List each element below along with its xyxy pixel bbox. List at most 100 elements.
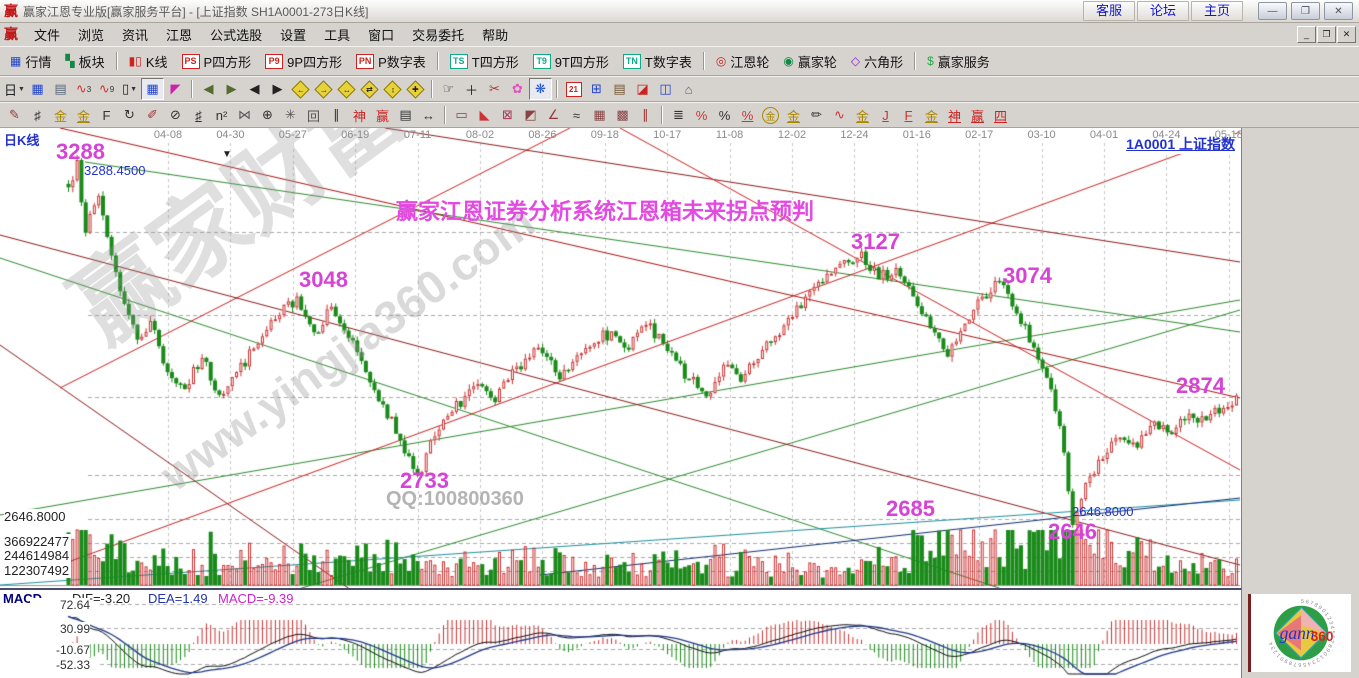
tool-calculator[interactable]: ⊞ — [585, 78, 608, 100]
tool-calendar[interactable]: 21 — [562, 78, 585, 100]
tool-cycle-gauge[interactable]: ⊘ — [164, 104, 187, 126]
toolbar-button-t-number-table[interactable]: TNT数字表 — [616, 49, 699, 74]
tool-spiral[interactable]: ↻ — [118, 104, 141, 126]
child-window-restore-button[interactable]: ❐ — [1317, 26, 1336, 43]
menu-item-window[interactable]: 窗口 — [359, 23, 403, 46]
toolbar-button-t-square[interactable]: TST四方形 — [443, 49, 526, 74]
toolbar-button-hexagon[interactable]: ◇六角形 — [844, 49, 910, 74]
tool-gold-circle[interactable]: 金 — [759, 104, 782, 126]
tool-zoom-horizontal[interactable]: ↔ — [335, 78, 358, 100]
window-restore-button[interactable]: ❐ — [1291, 2, 1320, 20]
tool-price-scale[interactable]: ≣ — [667, 104, 690, 126]
tool-percent-lines[interactable]: % — [736, 104, 759, 126]
tool-box-fan[interactable]: ◩ — [519, 104, 542, 126]
tool-period-daily[interactable]: 日▼ — [3, 78, 26, 100]
tool-j-angle[interactable]: J — [874, 104, 897, 126]
tool-note-panel[interactable]: ▤ — [49, 78, 72, 100]
tool-mirror-tool[interactable]: ⋈ — [233, 104, 256, 126]
tool-parallel-lines[interactable]: ∥ — [634, 104, 657, 126]
child-window-close-button[interactable]: ✕ — [1337, 26, 1356, 43]
title-link-home[interactable]: 主页 — [1191, 1, 1243, 21]
tool-gold-section[interactable]: 金 — [49, 104, 72, 126]
tool-box-diagonal[interactable]: ⊠ — [496, 104, 519, 126]
toolbar-button-winner-service[interactable]: $赢家服务 — [920, 49, 997, 74]
menu-item-settings[interactable]: 设置 — [271, 23, 315, 46]
tool-mini-chart-3[interactable]: ∿3 — [72, 78, 95, 100]
tool-fibo-f[interactable]: F — [95, 104, 118, 126]
tool-color-volume[interactable]: ◤ — [164, 78, 187, 100]
tool-data-export[interactable]: ⌂ — [677, 78, 700, 100]
menu-item-file[interactable]: 文件 — [25, 23, 69, 46]
tool-ying-angle[interactable]: 赢 — [966, 104, 989, 126]
menu-item-help[interactable]: 帮助 — [473, 23, 517, 46]
tool-save-layout[interactable]: ◫ — [654, 78, 677, 100]
toolbar-button-kline[interactable]: ▮▯K线 — [122, 49, 175, 74]
tool-percent[interactable]: % — [713, 104, 736, 126]
toolbar-button-quotes[interactable]: ▦行情 — [3, 49, 58, 74]
tool-k-mark[interactable]: ∥ — [325, 104, 348, 126]
tool-gann-fan[interactable]: ◣ — [473, 104, 496, 126]
tool-jump-first[interactable]: ◀ — [197, 78, 220, 100]
tool-n-square[interactable]: n² — [210, 104, 233, 126]
tool-gann-box-window[interactable]: ▦ — [141, 78, 164, 100]
menu-item-trade-entrust[interactable]: 交易委托 — [403, 23, 473, 46]
toolbar-button-p-square[interactable]: PSP四方形 — [175, 49, 259, 74]
toolbar-button-gann-wheel[interactable]: ◎江恩轮 — [709, 49, 777, 74]
window-minimize-button[interactable]: — — [1258, 2, 1287, 20]
tool-gold-band[interactable]: 金 — [851, 104, 874, 126]
toolbar-button-winner-wheel[interactable]: ◉赢家轮 — [776, 49, 844, 74]
menu-item-news[interactable]: 资讯 — [113, 23, 157, 46]
toolbar-button-9t-square[interactable]: T99T四方形 — [526, 49, 616, 74]
tool-f-angle[interactable]: F — [897, 104, 920, 126]
tool-percent-triangle[interactable]: % — [690, 104, 713, 126]
tool-mini-chart-9[interactable]: ∿9 — [95, 78, 118, 100]
toolbar-button-9p-square[interactable]: P99P四方形 — [258, 49, 349, 74]
toolbar-button-p-number-table[interactable]: PNP数字表 — [349, 49, 433, 74]
tool-candle-pen[interactable]: ✏ — [805, 104, 828, 126]
child-window-minimize-button[interactable]: _ — [1297, 26, 1316, 43]
menu-item-formula-stock-pick[interactable]: 公式选股 — [201, 23, 271, 46]
tool-pan-right[interactable]: → — [312, 78, 335, 100]
tool-board-window[interactable]: ▦ — [26, 78, 49, 100]
tool-zigzag-wave[interactable]: ≈ — [565, 104, 588, 126]
tool-gann-compass[interactable]: ⊕ — [256, 104, 279, 126]
tool-report[interactable]: ▤ — [608, 78, 631, 100]
tool-shen-tool[interactable]: 神 — [348, 104, 371, 126]
tool-crosshair-tool[interactable]: ＋ — [460, 78, 483, 100]
tool-gold-section-2[interactable]: 金 — [72, 104, 95, 126]
tool-time-ruler[interactable]: ♯ — [187, 104, 210, 126]
tool-draw-pen[interactable]: ✎ — [3, 104, 26, 126]
tool-si-angle[interactable]: 四 — [989, 104, 1012, 126]
tool-zoom-vertical[interactable]: ↕ — [381, 78, 404, 100]
tool-shen-angle[interactable]: 神 — [943, 104, 966, 126]
tool-wave-tool[interactable]: ∿ — [828, 104, 851, 126]
title-link-forum[interactable]: 论坛 — [1137, 1, 1189, 21]
menu-item-tools[interactable]: 工具 — [315, 23, 359, 46]
tool-expand-all[interactable]: ✚ — [404, 78, 427, 100]
tool-star-wheel[interactable]: ✳ — [279, 104, 302, 126]
tool-width-measure[interactable]: ↔ — [417, 104, 440, 126]
tool-grid-small[interactable]: ▦ — [588, 104, 611, 126]
menu-item-gann[interactable]: 江恩 — [157, 23, 201, 46]
title-link-service[interactable]: 客服 — [1083, 1, 1135, 21]
tool-measure-tool[interactable]: ✂ — [483, 78, 506, 100]
tool-square-spiral[interactable]: 回 — [302, 104, 325, 126]
tool-jump-last[interactable]: ▶ — [220, 78, 243, 100]
tool-pan-left[interactable]: ← — [289, 78, 312, 100]
tool-step-back[interactable]: ◀ — [243, 78, 266, 100]
tool-hand-tool[interactable]: ☞ — [437, 78, 460, 100]
window-close-button[interactable]: ✕ — [1324, 2, 1353, 20]
tool-gold-angle[interactable]: 金 — [920, 104, 943, 126]
tool-gann-ruler[interactable]: ♯ — [26, 104, 49, 126]
tool-ying-tool[interactable]: 赢 — [371, 104, 394, 126]
tool-grid-large[interactable]: ▩ — [611, 104, 634, 126]
tool-save-data[interactable]: ◪ — [631, 78, 654, 100]
tool-price-ruler[interactable]: ▤ — [394, 104, 417, 126]
tool-ai-analysis[interactable]: ❋ — [529, 78, 552, 100]
tool-gann-box-draw[interactable]: ▭ — [450, 104, 473, 126]
tool-gold-lines[interactable]: 金 — [782, 104, 805, 126]
tool-candle-style[interactable]: ▯▼ — [118, 78, 141, 100]
tool-pen-measure[interactable]: ✐ — [141, 104, 164, 126]
tool-mark-tool[interactable]: ✿ — [506, 78, 529, 100]
menu-item-browse[interactable]: 浏览 — [69, 23, 113, 46]
